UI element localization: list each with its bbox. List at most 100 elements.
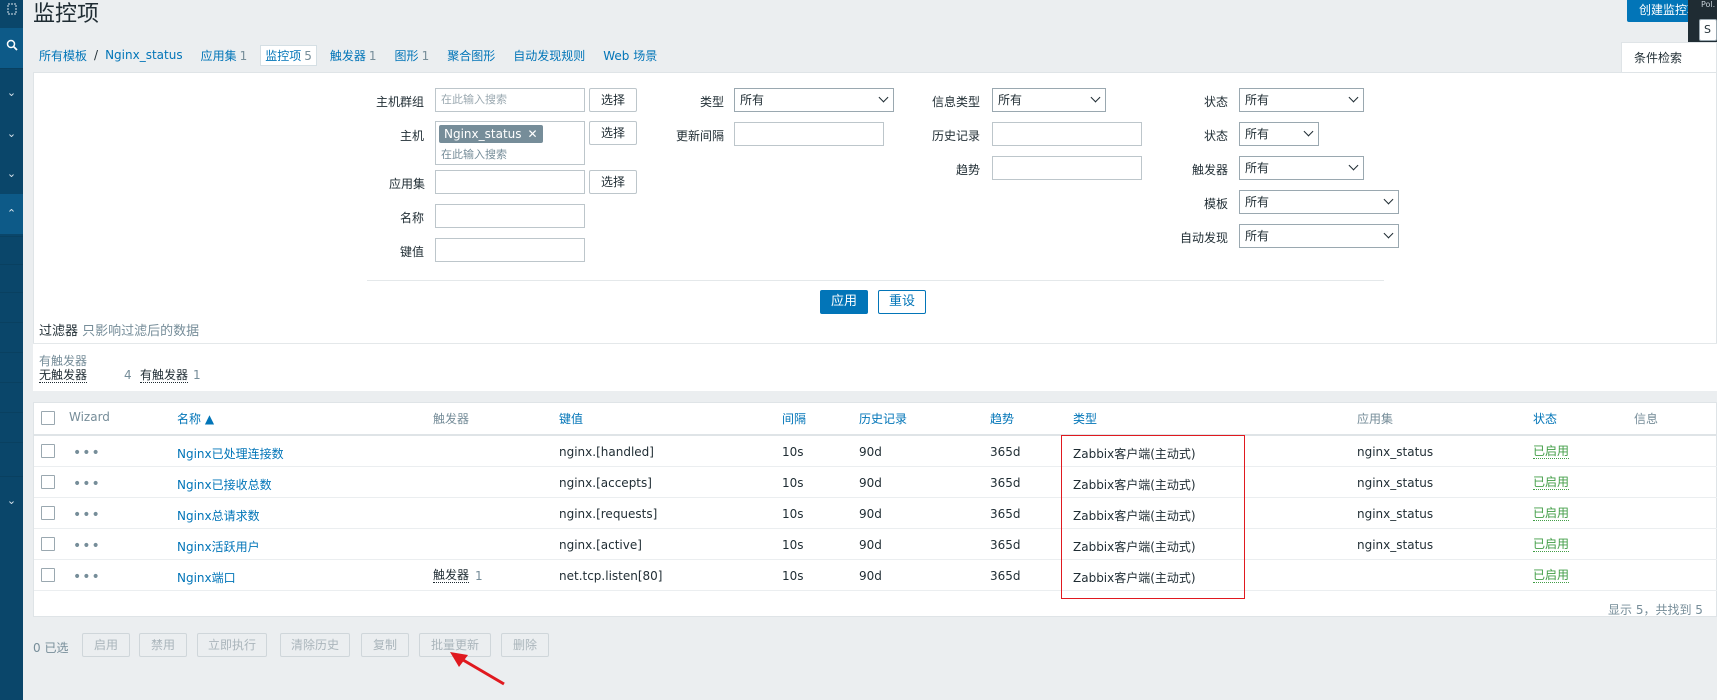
name-input[interactable] xyxy=(435,204,585,228)
header-name[interactable]: 名称 ▲ xyxy=(177,410,214,427)
item-name[interactable]: Nginx已接收总数 xyxy=(177,476,272,493)
chevron-up-icon[interactable]: ⌃ xyxy=(0,194,23,234)
breadcrumb-template[interactable]: Nginx_status xyxy=(105,48,183,62)
key-input[interactable] xyxy=(435,238,585,262)
item-application: nginx_status xyxy=(1357,507,1434,521)
header-interval[interactable]: 间隔 xyxy=(782,410,806,427)
delete-button[interactable]: 删除 xyxy=(501,633,549,657)
item-history: 90d xyxy=(859,507,882,521)
select-all-checkbox[interactable] xyxy=(41,411,55,425)
info-type-select[interactable]: 所有 xyxy=(992,88,1106,112)
item-trigger-link[interactable]: 触发器 xyxy=(433,569,470,583)
item-status[interactable]: 已启用 xyxy=(1533,445,1570,459)
item-status[interactable]: 已启用 xyxy=(1533,507,1570,521)
item-application: nginx_status xyxy=(1357,445,1434,459)
host-group-input[interactable]: 在此输入搜索 xyxy=(435,88,585,112)
status2-select[interactable]: 所有 xyxy=(1239,122,1319,146)
wizard-menu-icon[interactable]: ••• xyxy=(73,446,101,460)
chevron-down-icon[interactable]: ⌄ xyxy=(0,73,23,113)
item-trends: 365d xyxy=(990,538,1021,552)
trigger-select[interactable]: 所有 xyxy=(1239,156,1364,180)
subfilter-has-trigger[interactable]: 有触发器 xyxy=(140,368,189,383)
search-icon[interactable] xyxy=(0,28,23,68)
row-checkbox[interactable] xyxy=(41,568,55,582)
execute-now-button[interactable]: 立即执行 xyxy=(197,633,267,657)
wizard-menu-icon[interactable]: ••• xyxy=(73,508,101,522)
status-select[interactable]: 所有 xyxy=(1239,88,1364,112)
item-name[interactable]: Nginx总请求数 xyxy=(177,507,260,524)
item-name[interactable]: Nginx已处理连接数 xyxy=(177,445,284,462)
filter-tab[interactable]: 条件检索 xyxy=(1621,42,1717,74)
item-name[interactable]: Nginx活跃用户 xyxy=(177,538,260,555)
item-history: 90d xyxy=(859,445,882,459)
header-status[interactable]: 状态 xyxy=(1533,410,1557,427)
host-select-button[interactable]: 选择 xyxy=(589,121,637,145)
table-row: ••• Nginx端口 触发器 net.tcp.listen[80] 10s 90d 365… xyxy=(34,560,1717,591)
row-checkbox[interactable] xyxy=(41,475,55,489)
row-checkbox[interactable] xyxy=(41,506,55,520)
chevron-down-icon[interactable]: ⌄ xyxy=(0,154,23,194)
tab-discovery-rules[interactable]: 自动发现规则 xyxy=(513,47,585,64)
row-checkbox[interactable] xyxy=(41,444,55,458)
wizard-menu-icon[interactable]: ••• xyxy=(73,539,101,553)
header-history[interactable]: 历史记录 xyxy=(859,410,907,427)
breadcrumb-all-templates[interactable]: 所有模板 xyxy=(39,47,87,64)
header-wizard: Wizard xyxy=(69,410,110,424)
item-status[interactable]: 已启用 xyxy=(1533,476,1570,490)
apply-button[interactable]: 应用 xyxy=(820,290,868,314)
wizard-menu-icon[interactable]: ••• xyxy=(73,570,101,584)
discovery-select[interactable]: 所有 xyxy=(1239,224,1399,248)
items-table: Wizard 名称 ▲ 触发器 键值 间隔 历史记录 趋势 类型 应用集 状态 … xyxy=(33,402,1717,617)
appset-select-button[interactable]: 选择 xyxy=(589,170,637,194)
item-trends: 365d xyxy=(990,476,1021,490)
template-select[interactable]: 所有 xyxy=(1239,190,1399,214)
header-trends[interactable]: 趋势 xyxy=(990,410,1014,427)
clear-history-button[interactable]: 清除历史 xyxy=(280,633,350,657)
item-key: nginx.[accepts] xyxy=(559,476,652,490)
filter-note-hint: 只影响过滤后的数据 xyxy=(82,324,200,339)
name-label: 名称 xyxy=(400,211,425,225)
item-key: nginx.[handled] xyxy=(559,445,654,459)
host-group-select-button[interactable]: 选择 xyxy=(589,88,637,112)
header-key[interactable]: 键值 xyxy=(559,410,583,427)
tab-triggers[interactable]: 触发器 1 xyxy=(330,47,377,64)
chevron-down-icon xyxy=(1383,228,1394,239)
tab-applications[interactable]: 应用集 1 xyxy=(201,47,248,64)
chevron-down-icon[interactable]: ⌄ xyxy=(0,114,23,154)
table-row: ••• Nginx总请求数 nginx.[requests] 10s 90d 365d Za… xyxy=(34,498,1717,529)
close-icon[interactable]: ✕ xyxy=(528,127,538,141)
tab-items[interactable]: 监控项 5 xyxy=(260,44,317,66)
type-select[interactable]: 所有 xyxy=(734,88,894,112)
reset-button[interactable]: 重设 xyxy=(878,290,926,314)
copy-button[interactable]: 复制 xyxy=(361,633,409,657)
header-type[interactable]: 类型 xyxy=(1073,410,1097,427)
item-name[interactable]: Nginx端口 xyxy=(177,569,236,586)
table-row: ••• Nginx已处理连接数 nginx.[handled] 10s 90d 365d Z… xyxy=(34,436,1717,467)
tab-web-scenarios[interactable]: Web 场景 xyxy=(603,47,657,64)
subfilter-no-trigger[interactable]: 无触发器 xyxy=(39,368,88,383)
host-tag[interactable]: Nginx_status ✕ xyxy=(439,125,543,143)
item-key: net.tcp.listen[80] xyxy=(559,569,663,583)
appset-input[interactable] xyxy=(435,170,585,194)
disable-button[interactable]: 禁用 xyxy=(139,633,187,657)
item-interval: 10s xyxy=(782,538,804,552)
trend-input[interactable] xyxy=(992,156,1142,180)
item-trigger-count: 1 xyxy=(475,569,483,583)
trend-label: 趋势 xyxy=(956,163,981,177)
history-input[interactable] xyxy=(992,122,1142,146)
table-row: ••• Nginx活跃用户 nginx.[active] 10s 90d 365d Zabb… xyxy=(34,529,1717,560)
wizard-menu-icon[interactable]: ••• xyxy=(73,477,101,491)
tab-graphs[interactable]: 图形 1 xyxy=(395,47,430,64)
filter-note: 过滤器 只影响过滤后的数据 xyxy=(39,320,199,339)
item-interval: 10s xyxy=(782,445,804,459)
corner-select[interactable]: S xyxy=(1699,19,1717,41)
interval-input[interactable] xyxy=(734,122,884,146)
row-checkbox[interactable] xyxy=(41,537,55,551)
enable-button[interactable]: 启用 xyxy=(82,633,130,657)
tab-screens[interactable]: 聚合图形 xyxy=(447,47,495,64)
chevron-down-icon[interactable]: ⌄ xyxy=(0,481,23,521)
item-status[interactable]: 已启用 xyxy=(1533,538,1570,552)
status-label: 状态 xyxy=(1204,95,1229,109)
item-status[interactable]: 已启用 xyxy=(1533,569,1570,583)
item-history: 90d xyxy=(859,538,882,552)
